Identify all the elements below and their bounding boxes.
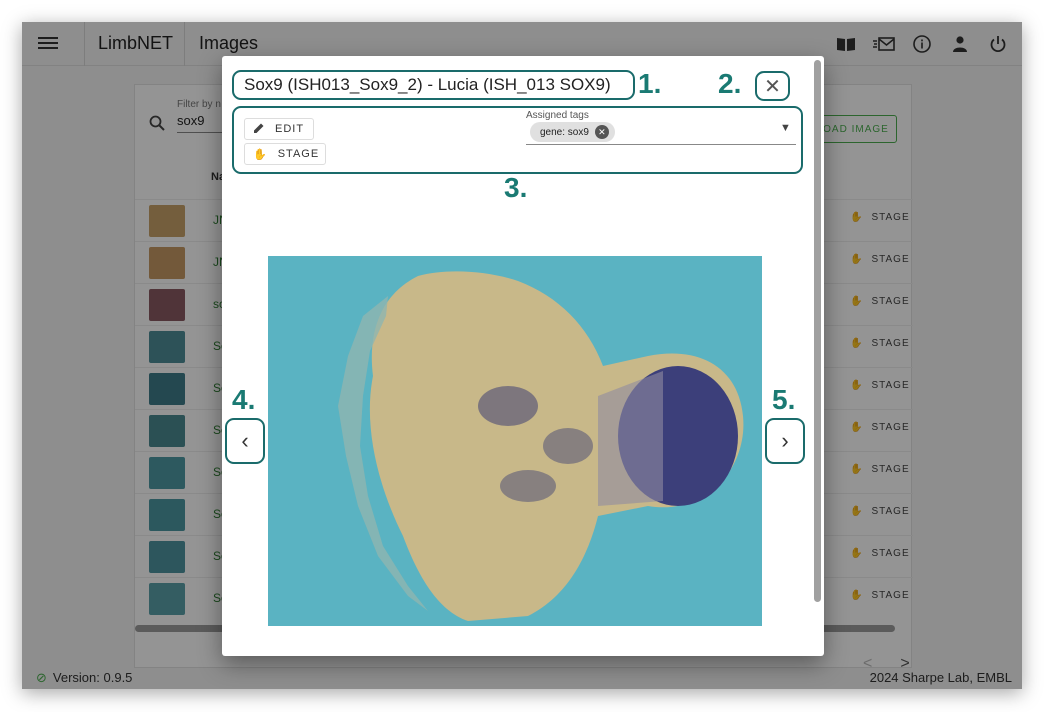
tag-chip[interactable]: gene: sox9 ✕ <box>530 122 615 142</box>
callout-3: 3. <box>504 172 528 203</box>
callout-2: 2. <box>718 68 742 99</box>
tag-chip-label: gene: sox9 <box>540 126 589 138</box>
close-button[interactable]: ✕ <box>755 71 790 101</box>
callout-1: 1. <box>638 68 662 99</box>
app-window: LimbNET Images Filter by n sox9 OAD IMAG… <box>22 22 1022 689</box>
edit-button[interactable]: EDIT <box>244 118 314 140</box>
vertical-scrollbar[interactable] <box>814 60 821 602</box>
hand-icon: ✋ <box>253 148 268 161</box>
specimen-image <box>268 256 762 626</box>
previous-image-button[interactable]: ‹ <box>225 418 265 464</box>
dropdown-arrow-icon[interactable]: ▼ <box>780 122 791 134</box>
callout-4: 4. <box>232 384 256 415</box>
pencil-icon <box>253 122 265 137</box>
remove-tag-icon[interactable]: ✕ <box>594 125 609 139</box>
edit-label: EDIT <box>275 123 305 135</box>
image-dialog: Sox9 (ISH013_Sox9_2) - Lucia (ISH_013 SO… <box>222 56 824 656</box>
tags-field-underline <box>526 144 796 145</box>
image-tools-panel: EDIT ✋ STAGE Assigned tags gene: sox9 ✕ … <box>232 106 803 174</box>
callout-5: 5. <box>772 384 796 415</box>
chevron-left-icon: ‹ <box>241 428 249 453</box>
stage-label: STAGE <box>277 148 320 160</box>
chevron-right-icon: › <box>781 428 789 453</box>
assigned-tags-label: Assigned tags <box>526 110 589 121</box>
dialog-title: Sox9 (ISH013_Sox9_2) - Lucia (ISH_013 SO… <box>232 70 635 100</box>
stage-button[interactable]: ✋ STAGE <box>244 143 326 165</box>
close-icon: ✕ <box>764 75 781 98</box>
next-image-button[interactable]: › <box>765 418 805 464</box>
